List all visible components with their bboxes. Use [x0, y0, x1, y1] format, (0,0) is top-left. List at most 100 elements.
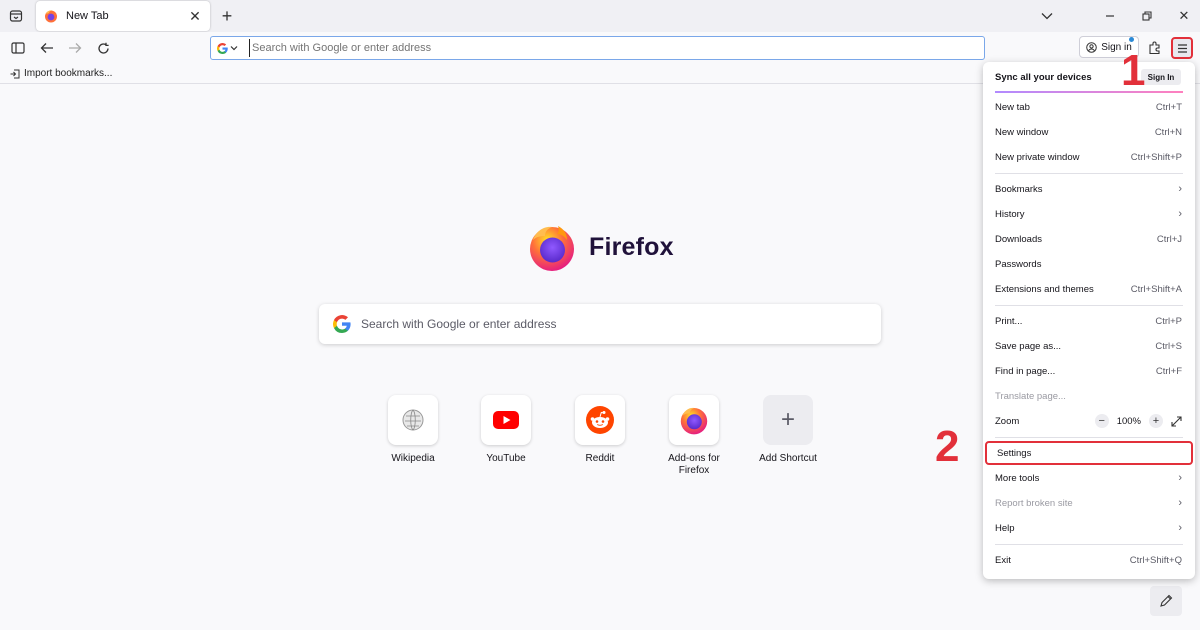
- url-input[interactable]: [249, 39, 984, 57]
- chevron-right-icon: ›: [1178, 522, 1182, 534]
- firefox-favicon-icon: [45, 10, 57, 23]
- app-menu-panel: Sync all your devices Sign In New tab Ctr…: [983, 62, 1195, 579]
- reload-icon[interactable]: [93, 38, 113, 58]
- tab-strip: New Tab ✕ + ✕: [0, 0, 1200, 32]
- shortcut-label: Add Shortcut: [759, 453, 817, 464]
- hamburger-menu-button[interactable]: [1171, 37, 1193, 59]
- menu-item-label: Passwords: [995, 258, 1042, 270]
- chevron-right-icon: ›: [1178, 183, 1182, 195]
- menu-item-history[interactable]: History ›: [985, 202, 1193, 226]
- menu-item-new-window[interactable]: New window Ctrl+N: [985, 120, 1193, 144]
- menu-separator: [995, 305, 1183, 306]
- menu-item-label: Find in page...: [995, 365, 1056, 377]
- sync-accent-line: [995, 91, 1183, 93]
- account-icon: [1086, 41, 1097, 53]
- fullscreen-expand-icon[interactable]: [1171, 415, 1182, 427]
- sidebar-icon[interactable]: [8, 38, 28, 58]
- menu-item-save-page[interactable]: Save page as... Ctrl+S: [985, 334, 1193, 358]
- url-bar[interactable]: [210, 36, 985, 60]
- extensions-puzzle-icon[interactable]: [1146, 39, 1164, 57]
- shortcut-label: Add-ons for Firefox: [668, 453, 720, 476]
- menu-item-shortcut: Ctrl+F: [1155, 365, 1182, 377]
- content-search-box[interactable]: Search with Google or enter address: [319, 304, 881, 344]
- tab-list-icon[interactable]: [6, 6, 26, 26]
- sync-sign-in-button[interactable]: Sign In: [1141, 69, 1181, 85]
- list-all-tabs-chevron-icon[interactable]: [1037, 6, 1057, 26]
- zoom-value[interactable]: 100%: [1117, 416, 1141, 427]
- menu-item-translate-page: Translate page...: [985, 384, 1193, 408]
- menu-item-label: Report broken site: [995, 497, 1073, 509]
- menu-item-new-tab[interactable]: New tab Ctrl+T: [985, 95, 1193, 119]
- reddit-alien-icon: [586, 406, 614, 434]
- menu-item-label: Help: [995, 522, 1015, 534]
- shortcut-label: Reddit: [585, 453, 615, 464]
- menu-item-zoom: Zoom − 100% +: [985, 409, 1193, 433]
- shortcut-tile[interactable]: [575, 395, 625, 445]
- menu-item-print[interactable]: Print... Ctrl+P: [985, 309, 1193, 333]
- close-tab-icon[interactable]: ✕: [188, 8, 202, 24]
- shortcut-tile[interactable]: [669, 395, 719, 445]
- menu-item-label: Bookmarks: [995, 183, 1043, 195]
- menu-item-label: Downloads: [995, 233, 1042, 245]
- shortcut-wikipedia[interactable]: Wikipedia: [377, 395, 449, 465]
- menu-item-find-in-page[interactable]: Find in page... Ctrl+F: [985, 359, 1193, 383]
- notification-dot: [1129, 37, 1134, 42]
- menu-separator: [995, 544, 1183, 545]
- menu-item-extensions-themes[interactable]: Extensions and themes Ctrl+Shift+A: [985, 277, 1193, 301]
- shortcut-tile[interactable]: [481, 395, 531, 445]
- forward-arrow-icon[interactable]: [65, 38, 85, 58]
- menu-item-label: More tools: [995, 472, 1040, 484]
- menu-item-shortcut: Ctrl+N: [1154, 126, 1182, 138]
- sync-title: Sync all your devices: [995, 71, 1092, 83]
- chevron-right-icon: ›: [1178, 472, 1182, 484]
- customize-pencil-button[interactable]: [1150, 586, 1182, 616]
- tab-new-tab[interactable]: New Tab ✕: [36, 1, 210, 31]
- menu-item-shortcut: Ctrl+P: [1155, 315, 1182, 327]
- zoom-in-button[interactable]: +: [1149, 414, 1163, 428]
- menu-item-label: Exit: [995, 554, 1011, 566]
- menu-item-settings[interactable]: Settings: [985, 441, 1193, 465]
- menu-item-bookmarks[interactable]: Bookmarks ›: [985, 177, 1193, 201]
- shortcut-reddit[interactable]: Reddit: [564, 395, 636, 465]
- firefox-wordmark: Firefox: [589, 232, 674, 261]
- step-1-annotation: 1: [1121, 46, 1146, 95]
- menu-item-help[interactable]: Help ›: [985, 516, 1193, 540]
- close-window-icon[interactable]: ✕: [1174, 6, 1194, 26]
- new-tab-plus-icon[interactable]: +: [216, 5, 238, 27]
- menu-item-label: Zoom: [995, 415, 1020, 427]
- import-bookmarks-button[interactable]: Import bookmarks...: [10, 68, 112, 79]
- wikipedia-globe-icon: [402, 409, 424, 431]
- menu-item-shortcut: Ctrl+J: [1156, 233, 1182, 245]
- menu-item-label: New tab: [995, 101, 1030, 113]
- menu-item-shortcut: Ctrl+S: [1155, 340, 1182, 352]
- menu-item-label: New private window: [995, 151, 1080, 163]
- import-bookmarks-label: Import bookmarks...: [24, 68, 113, 79]
- add-shortcut-tile[interactable]: +: [763, 395, 813, 445]
- shortcut-tile[interactable]: [388, 395, 438, 445]
- shortcut-addons[interactable]: Add-ons for Firefox: [658, 395, 730, 477]
- minimize-icon[interactable]: [1100, 6, 1120, 26]
- menu-item-exit[interactable]: Exit Ctrl+Shift+Q: [985, 548, 1193, 572]
- zoom-out-button[interactable]: −: [1094, 414, 1109, 428]
- shortcut-label: Wikipedia: [391, 453, 435, 464]
- zoom-controls: − 100% +: [1094, 414, 1182, 428]
- firefox-addons-icon: [680, 407, 708, 435]
- menu-item-passwords[interactable]: Passwords: [985, 252, 1193, 276]
- menu-item-label: Extensions and themes: [995, 283, 1094, 295]
- menu-item-label: Save page as...: [995, 340, 1062, 352]
- menu-separator: [995, 437, 1183, 438]
- shortcut-youtube[interactable]: YouTube: [470, 395, 542, 465]
- back-arrow-icon[interactable]: [37, 38, 57, 58]
- firefox-logo-icon: [530, 226, 574, 271]
- menu-item-more-tools[interactable]: More tools ›: [985, 466, 1193, 490]
- pencil-icon: [1160, 594, 1173, 607]
- search-engine-selector[interactable]: [215, 39, 249, 57]
- nav-bar: Sign in: [0, 32, 1200, 64]
- shortcut-add[interactable]: + Add Shortcut: [752, 395, 824, 465]
- menu-item-shortcut: Ctrl+Shift+P: [1130, 151, 1182, 163]
- import-icon: [10, 69, 20, 78]
- menu-item-new-private-window[interactable]: New private window Ctrl+Shift+P: [985, 145, 1193, 169]
- menu-item-downloads[interactable]: Downloads Ctrl+J: [985, 227, 1193, 251]
- restore-icon[interactable]: [1137, 6, 1157, 26]
- menu-item-label: Translate page...: [995, 390, 1066, 402]
